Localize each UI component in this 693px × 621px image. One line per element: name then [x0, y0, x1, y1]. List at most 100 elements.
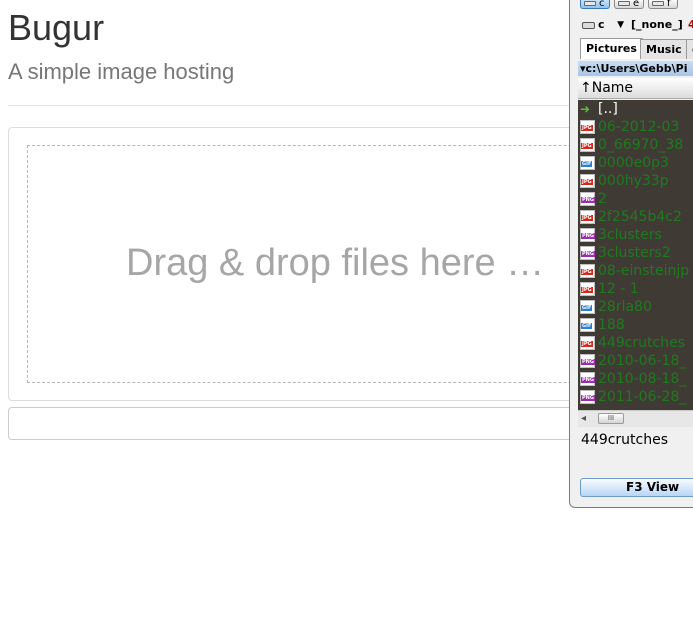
- image-file-icon: GIF: [580, 318, 595, 332]
- file-row[interactable]: GIF 188: [578, 316, 693, 334]
- up-arrow-icon: ➜: [580, 102, 591, 116]
- file-name: 12 - 1: [598, 281, 639, 297]
- drive-icon: [652, 1, 664, 6]
- drive-button-label: e: [633, 0, 640, 9]
- status-bar-filename: 449crutches: [581, 432, 669, 448]
- image-file-icon: PNG: [580, 354, 595, 368]
- file-name: 2f2545b4c2: [598, 209, 682, 225]
- file-type-badge: GIF: [581, 305, 593, 311]
- drive-select[interactable]: c ▼: [580, 16, 626, 34]
- drive-button-e[interactable]: e: [614, 0, 644, 9]
- file-type-badge: JPG: [581, 269, 593, 275]
- drive-free-space: 4: [688, 16, 693, 34]
- file-row[interactable]: JPG 12 - 1: [578, 280, 693, 298]
- file-row[interactable]: JPG 000hy33p: [578, 172, 693, 190]
- image-file-icon: JPG: [580, 264, 595, 278]
- chevron-down-icon: ▼: [617, 20, 624, 30]
- file-type-badge: PNG: [581, 377, 595, 383]
- file-name: 3clusters2: [598, 245, 671, 261]
- drive-volume-label: [_none_]: [631, 18, 683, 31]
- drive-row: c ▼ [_none_] 4: [578, 15, 693, 35]
- file-name: 2: [598, 191, 607, 207]
- file-row[interactable]: PNG 3clusters: [578, 226, 693, 244]
- scroll-thumb[interactable]: III: [598, 413, 624, 424]
- file-name: 2010-08-18_: [598, 371, 687, 387]
- file-type-badge: JPG: [581, 341, 593, 347]
- image-file-icon: JPG: [580, 120, 595, 134]
- parent-folder-row[interactable]: ➜ [..]: [578, 100, 693, 118]
- browser-page: Bugur A simple image hosting Drag & drop…: [0, 0, 693, 621]
- file-manager-window: c e f c ▼ [_none_] 4 Pictures Music c: [569, 0, 693, 508]
- image-file-icon: JPG: [580, 282, 595, 296]
- tab-pictures[interactable]: Pictures: [580, 38, 643, 59]
- file-name: 449crutches: [598, 335, 686, 351]
- drive-button-c[interactable]: c: [580, 0, 610, 9]
- file-name: 0000e0p3: [598, 155, 669, 171]
- file-name: 2011-06-28_: [598, 389, 687, 405]
- image-file-icon: GIF: [580, 300, 595, 314]
- file-row[interactable]: JPG 08-einsteinjp: [578, 262, 693, 280]
- file-row[interactable]: GIF 0000e0p3: [578, 154, 693, 172]
- name-column-header[interactable]: ↑Name: [578, 78, 693, 99]
- image-file-icon: GIF: [580, 156, 595, 170]
- file-type-badge: PNG: [581, 233, 595, 239]
- tab-c[interactable]: c: [686, 39, 693, 59]
- file-type-badge: JPG: [581, 143, 593, 149]
- file-type-badge: PNG: [581, 197, 595, 203]
- folder-tabs: Pictures Music c: [578, 38, 693, 59]
- file-name: 0_66970_38: [598, 137, 684, 153]
- image-file-icon: PNG: [580, 372, 595, 386]
- image-file-icon: PNG: [580, 192, 595, 206]
- drive-icon: [582, 22, 595, 29]
- file-row[interactable]: PNG 2011-06-28_: [578, 388, 693, 406]
- drive-select-value: c: [598, 18, 605, 31]
- site-subtitle: A simple image hosting: [8, 59, 235, 84]
- site-title: Bugur: [8, 7, 105, 48]
- file-type-badge: PNG: [581, 359, 595, 365]
- file-type-badge: GIF: [581, 323, 593, 329]
- file-row[interactable]: PNG 2010-08-18_: [578, 370, 693, 388]
- file-row[interactable]: PNG 3clusters2: [578, 244, 693, 262]
- sort-arrow-icon: ↑: [580, 80, 592, 96]
- parent-folder-label: [..]: [598, 101, 618, 117]
- scroll-left-arrow-icon[interactable]: ◂: [581, 413, 586, 424]
- image-file-icon: JPG: [580, 210, 595, 224]
- file-type-badge: JPG: [581, 215, 593, 221]
- image-file-icon: PNG: [580, 246, 595, 260]
- f3-view-button[interactable]: F3 View: [580, 478, 693, 497]
- file-type-badge: PNG: [581, 251, 595, 257]
- image-file-icon: JPG: [580, 138, 595, 152]
- drive-button-label: f: [667, 0, 671, 9]
- file-row[interactable]: JPG 2f2545b4c2: [578, 208, 693, 226]
- drive-icon: [584, 1, 596, 6]
- file-name: 06-2012-03: [598, 119, 680, 135]
- file-row[interactable]: PNG 2010-06-18_: [578, 352, 693, 370]
- file-type-badge: JPG: [581, 125, 593, 131]
- file-row[interactable]: GIF 28rla80: [578, 298, 693, 316]
- drive-icon: [618, 1, 630, 6]
- dropzone-text: Drag & drop files here …: [126, 242, 545, 284]
- file-name: 000hy33p: [598, 173, 669, 189]
- image-file-icon: JPG: [580, 174, 595, 188]
- file-name: 2010-06-18_: [598, 353, 687, 369]
- file-name: 28rla80: [598, 299, 652, 315]
- image-file-icon: PNG: [580, 228, 595, 242]
- file-type-badge: JPG: [581, 287, 593, 293]
- horizontal-scrollbar[interactable]: ◂ III: [578, 410, 693, 427]
- file-type-badge: JPG: [581, 179, 593, 185]
- file-row[interactable]: JPG 0_66970_38: [578, 136, 693, 154]
- file-type-badge: PNG: [581, 395, 595, 401]
- file-name: 188: [598, 317, 625, 333]
- image-file-icon: JPG: [580, 336, 595, 350]
- file-name: 08-einsteinjp: [598, 263, 690, 279]
- tab-music[interactable]: Music: [640, 39, 688, 59]
- file-name: 3clusters: [598, 227, 662, 243]
- file-row[interactable]: PNG 2: [578, 190, 693, 208]
- file-row[interactable]: JPG 06-2012-03: [578, 118, 693, 136]
- current-path[interactable]: ▾c:\Users\Gebb\Pi: [578, 61, 693, 76]
- image-file-icon: PNG: [580, 390, 595, 404]
- column-header-label: Name: [591, 80, 634, 96]
- file-list: ➜ [..] JPG 06-2012-03 JPG 0_66970_38 GIF 0000…: [578, 100, 693, 410]
- drive-button-f[interactable]: f: [648, 0, 678, 9]
- file-row[interactable]: JPG 449crutches: [578, 334, 693, 352]
